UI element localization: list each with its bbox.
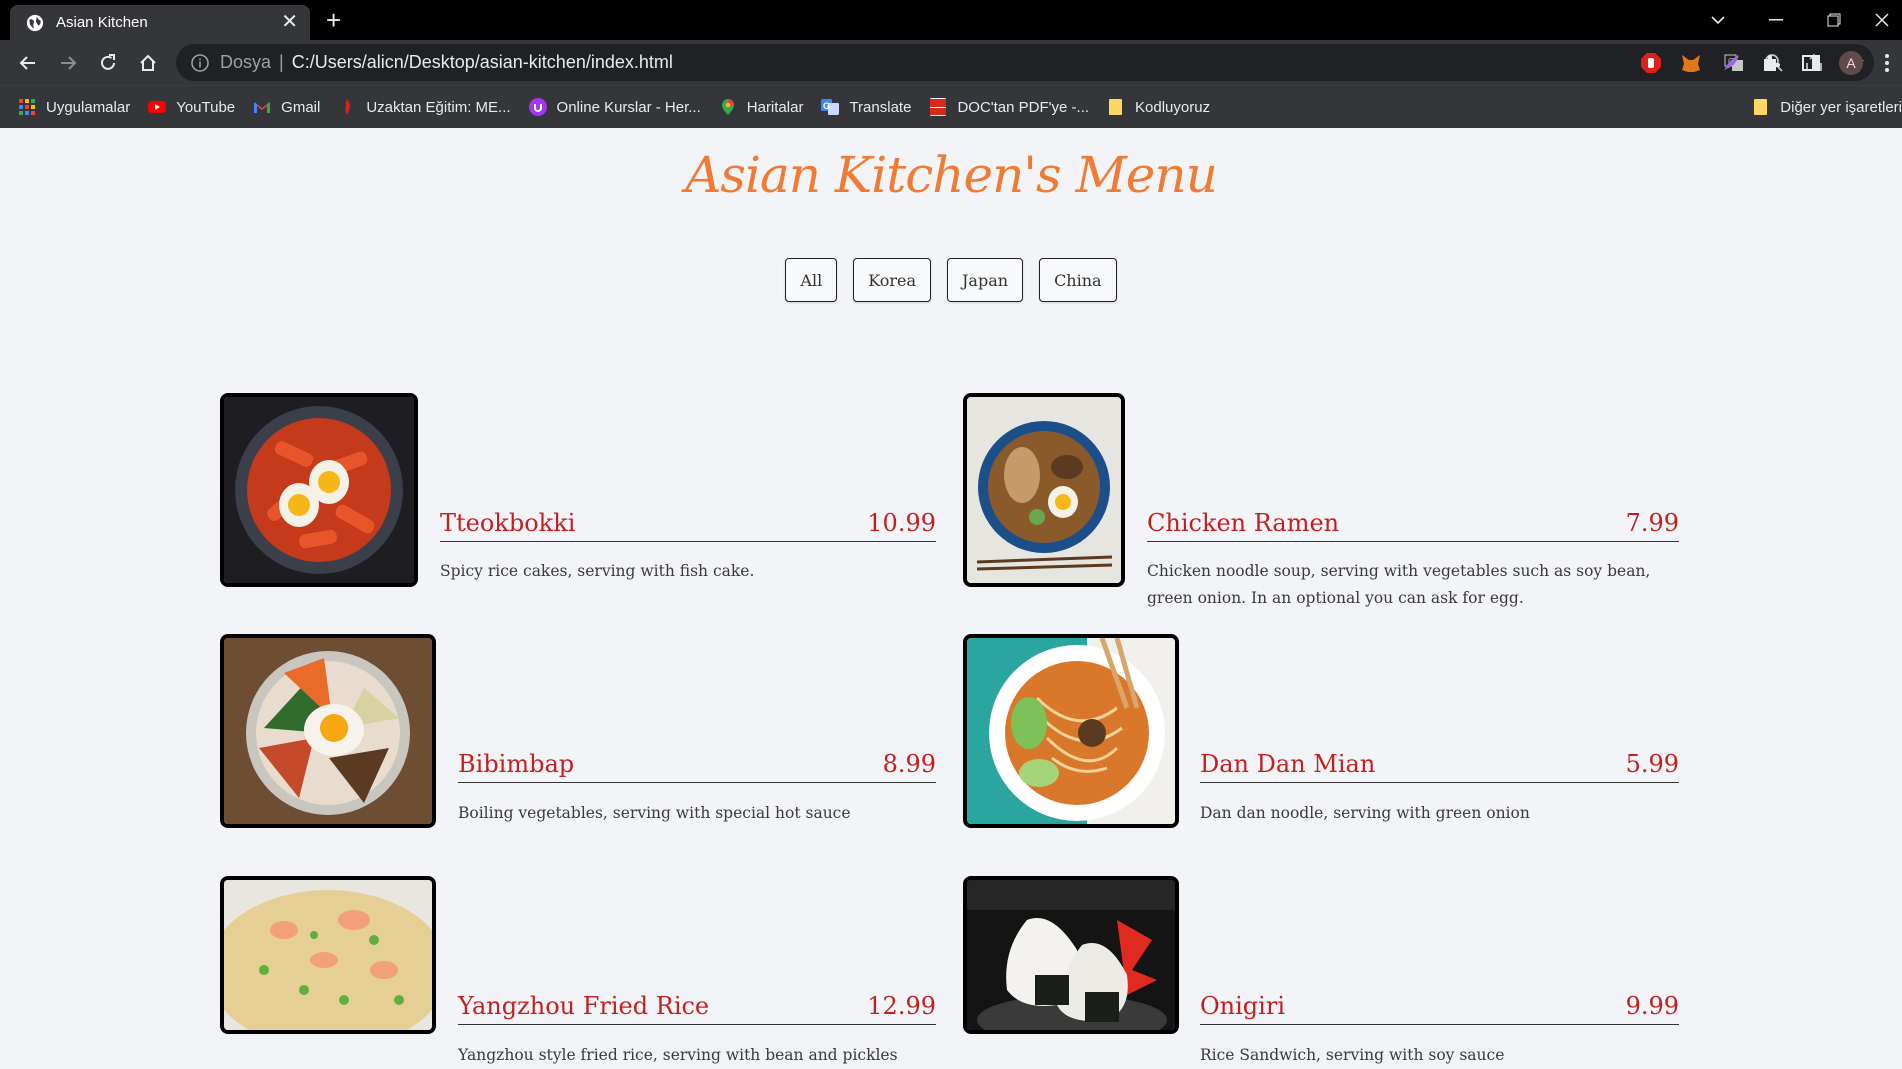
tteokbokki-header: Tteokbokki 10.99	[440, 493, 936, 542]
bookmark-online-kurslar[interactable]: Online Kurslar - Her...	[528, 98, 701, 116]
yangzhou-fried-rice-header: Yangzhou Fried Rice 12.99	[458, 976, 936, 1025]
bookmark-label: Gmail	[281, 98, 321, 116]
category-filters: All Korea Japan China	[0, 258, 1902, 302]
feather-extension-icon[interactable]	[1712, 44, 1750, 81]
bookmark-gmail[interactable]: Gmail	[253, 98, 320, 116]
item-description: Chicken noodle soup, serving with vegeta…	[1147, 562, 1651, 607]
bookmark-label: Translate	[849, 98, 912, 116]
onigiri-photo	[963, 876, 1179, 1034]
bookmark-uygulamalar[interactable]: Uygulamalar	[18, 98, 130, 116]
chicken-ramen-header: Chicken Ramen 7.99	[1147, 493, 1679, 542]
bookmark-label: Online Kurslar - Her...	[556, 98, 701, 116]
apps-grid-icon	[19, 99, 35, 115]
bibimbap-photo	[220, 634, 436, 828]
reload-icon[interactable]	[88, 43, 128, 83]
item-name: Yangzhou Fried Rice	[458, 992, 710, 1020]
adblock-extension-icon[interactable]	[1632, 44, 1670, 81]
bookmark-kodluyoruz[interactable]: Kodluyoruz	[1107, 98, 1210, 116]
address-bar[interactable]: Dosya | C:/Users/alicn/Desktop/asian-kit…	[176, 44, 1874, 81]
tteokbokki-photo	[220, 393, 418, 587]
browser-tab-strip: Asian Kitchen ✕ +	[0, 0, 1902, 40]
url-text[interactable]: C:/Users/alicn/Desktop/asian-kitchen/ind…	[292, 52, 673, 73]
bookmark-haritalar[interactable]: Haritalar	[719, 98, 804, 116]
item-description: Spicy rice cakes, serving with fish cake…	[440, 562, 755, 580]
page-content: Asian Kitchen's Menu All Korea Japan Chi…	[0, 128, 1902, 1064]
bookmark-other[interactable]: Diğer yer işaretleri	[1752, 86, 1902, 128]
bibimbap-header: Bibimbap 8.99	[458, 734, 936, 783]
youtube-icon	[148, 101, 167, 113]
back-icon[interactable]	[8, 43, 48, 83]
home-icon[interactable]	[128, 43, 168, 83]
bookmark-doc-to-pdf[interactable]: DOC'tan PDF'ye -...	[929, 98, 1089, 116]
item-description: Yangzhou style fried rice, serving with …	[458, 1046, 898, 1064]
forward-icon[interactable]	[48, 43, 88, 83]
bookmark-label: Diğer yer işaretleri	[1780, 98, 1902, 116]
maps-pin-icon	[721, 99, 734, 115]
bookmark-label: Uygulamalar	[46, 98, 131, 116]
dan-dan-mian-header: Dan Dan Mian 5.99	[1200, 734, 1679, 783]
browser-toolbar: Dosya | C:/Users/alicn/Desktop/asian-kit…	[0, 40, 1902, 85]
bookmark-label: Kodluyoruz	[1135, 98, 1211, 116]
bookmark-label: Haritalar	[746, 98, 804, 116]
tab-search-icon[interactable]	[1690, 0, 1746, 40]
item-description: Boiling vegetables, serving with special…	[458, 804, 851, 822]
close-window-icon[interactable]	[1862, 0, 1902, 40]
svg-text:G: G	[823, 101, 830, 111]
doc-icon	[930, 98, 947, 116]
item-price: 12.99	[867, 992, 936, 1020]
svg-text:A: A	[1846, 55, 1856, 71]
extensions-puzzle-icon[interactable]	[1752, 44, 1790, 81]
item-description: Dan dan noodle, serving with green onion	[1200, 804, 1530, 822]
onigiri-header: Onigiri 9.99	[1200, 976, 1679, 1025]
new-tab-icon[interactable]: +	[326, 6, 341, 34]
browser-tab[interactable]: Asian Kitchen ✕	[10, 5, 310, 40]
folder-icon	[1109, 99, 1123, 115]
metamask-extension-icon[interactable]	[1672, 44, 1710, 81]
dan-dan-mian-photo	[963, 634, 1179, 828]
item-price: 9.99	[1625, 992, 1679, 1020]
bookmark-label: YouTube	[176, 98, 236, 116]
bookmark-label: Uzaktan Eğitim: ME...	[366, 98, 511, 116]
filter-japan-button[interactable]: Japan	[947, 258, 1024, 302]
item-price: 8.99	[882, 750, 936, 778]
bookmark-youtube[interactable]: YouTube	[148, 98, 235, 116]
item-description: Rice Sandwich, serving with soy sauce	[1200, 1046, 1505, 1064]
profile-avatar[interactable]: A	[1832, 44, 1870, 81]
bookmarks-bar: Uygulamalar YouTube Gmail Uzaktan Eğitim…	[0, 85, 1902, 128]
url-separator: |	[279, 52, 284, 72]
translate-icon: G	[821, 99, 840, 115]
item-name: Onigiri	[1200, 992, 1285, 1020]
page-title: Asian Kitchen's Menu	[685, 146, 1218, 204]
item-price: 5.99	[1625, 750, 1679, 778]
filter-korea-button[interactable]: Korea	[853, 258, 932, 302]
item-name: Tteokbokki	[440, 509, 576, 537]
info-icon[interactable]	[190, 53, 210, 73]
item-price: 7.99	[1625, 509, 1679, 537]
bookmark-uzaktan-egitim[interactable]: Uzaktan Eğitim: ME...	[338, 98, 511, 116]
menu-kebab-icon[interactable]	[1872, 44, 1902, 81]
udemy-icon	[528, 98, 547, 116]
close-tab-icon[interactable]: ✕	[281, 12, 298, 32]
yangzhou-fried-rice-photo	[220, 876, 436, 1034]
flame-icon	[345, 99, 351, 115]
bookmark-translate[interactable]: G Translate	[821, 98, 911, 116]
url-scheme: Dosya	[220, 52, 272, 72]
restore-icon[interactable]	[1806, 0, 1862, 40]
item-name: Dan Dan Mian	[1200, 750, 1376, 778]
item-name: Bibimbap	[458, 750, 575, 778]
item-price: 10.99	[867, 509, 936, 537]
item-name: Chicken Ramen	[1147, 509, 1340, 537]
globe-icon	[26, 14, 44, 31]
chicken-ramen-photo	[963, 393, 1125, 587]
folder-icon	[1754, 99, 1768, 115]
tab-title: Asian Kitchen	[56, 14, 148, 31]
bookmark-label: DOC'tan PDF'ye -...	[957, 98, 1090, 116]
side-panel-icon[interactable]	[1792, 44, 1830, 81]
minimize-icon[interactable]	[1748, 0, 1804, 40]
filter-china-button[interactable]: China	[1039, 258, 1117, 302]
gmail-icon	[254, 102, 271, 113]
filter-all-button[interactable]: All	[785, 258, 838, 302]
